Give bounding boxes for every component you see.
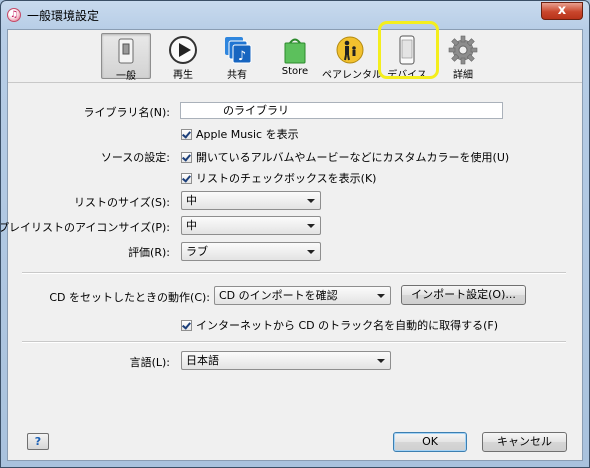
import-settings-button[interactable]: インポート設定(O)... [401, 285, 526, 305]
devices-tab-highlight [378, 21, 439, 79]
cd-action-label: CD をセットしたときの動作(C): [49, 291, 210, 304]
sharing-music-icon: ♪ [225, 37, 252, 64]
rating-label: 評価(R): [128, 246, 170, 259]
toolbar-divider [8, 82, 582, 83]
playlist-icon-size-value: 中 [186, 219, 197, 232]
apple-music-label: Apple Music を表示 [196, 128, 299, 141]
list-size-select[interactable]: 中 [181, 191, 321, 210]
title-bar[interactable]: ♫ 一般環境設定 x [1, 1, 589, 29]
tab-parental[interactable]: ペアレンタル [322, 33, 382, 81]
tab-label: 一般 [116, 71, 136, 82]
dialog-body: 一般 再生 ♪ 共有 Store ペアレンタル デバイス 詳細 ライブラリ名(N… [1, 21, 583, 461]
custom-color-checkbox[interactable] [181, 152, 192, 163]
svg-text:♪: ♪ [238, 49, 246, 64]
library-name-field[interactable]: のライブラリ [180, 102, 503, 119]
parental-icon [336, 36, 364, 64]
cd-action-select[interactable]: CD のインポートを確認 [214, 286, 391, 305]
itunes-app-icon: ♫ [7, 8, 21, 22]
custom-color-label: 開いているアルバムやムービーなどにカスタムカラーを使用(U) [196, 151, 510, 164]
apple-music-checkbox-row[interactable]: Apple Music を表示 [181, 126, 299, 142]
list-size-value: 中 [186, 194, 197, 207]
playlist-icon-size-select[interactable]: 中 [181, 216, 321, 235]
list-size-label: リストのサイズ(S): [74, 196, 170, 209]
list-checkbox-label: リストのチェックボックスを表示(K) [196, 172, 377, 185]
source-settings-label: ソースの設定: [100, 151, 170, 164]
store-bag-icon [284, 38, 306, 64]
play-icon [169, 36, 197, 64]
language-value: 日本語 [186, 354, 219, 367]
tab-label: Store [281, 66, 309, 77]
tab-playback[interactable]: 再生 [160, 33, 206, 81]
close-button[interactable]: x [541, 2, 583, 20]
preferences-window: ♫ 一般環境設定 x 一般 再生 ♪ 共有 Store ペアレンタル デバイス … [0, 0, 590, 468]
tab-label: 再生 [173, 70, 193, 81]
preferences-toolbar: 一般 再生 ♪ 共有 Store ペアレンタル デバイス 詳細 [8, 21, 582, 82]
tab-store[interactable]: Store [272, 33, 318, 79]
ok-button[interactable]: OK [393, 432, 467, 452]
list-checkbox[interactable] [181, 173, 192, 184]
chevron-down-icon [307, 250, 315, 254]
rating-value: ラブ [186, 245, 208, 258]
track-names-label: インターネットから CD のトラック名を自動的に取得する(F) [196, 319, 499, 332]
chevron-down-icon [307, 224, 315, 228]
window-title: 一般環境設定 [27, 9, 100, 23]
rating-select[interactable]: ラブ [181, 242, 321, 261]
gear-icon [448, 35, 478, 65]
list-checkbox-row[interactable]: リストのチェックボックスを表示(K) [181, 170, 376, 186]
chevron-down-icon [377, 294, 385, 298]
playlist-icon-size-label: プレイリストのアイコンサイズ(P): [0, 221, 170, 234]
section-divider [22, 272, 566, 274]
tab-sharing[interactable]: ♪ 共有 [214, 33, 260, 81]
general-switch-icon [118, 38, 134, 64]
custom-color-checkbox-row[interactable]: 開いているアルバムやムービーなどにカスタムカラーを使用(U) [181, 149, 509, 165]
help-button[interactable]: ? [27, 433, 49, 450]
tab-label: 詳細 [453, 70, 473, 81]
chevron-down-icon [307, 199, 315, 203]
language-label: 言語(L): [129, 356, 170, 369]
tab-label: ペアレンタル [322, 70, 382, 81]
cancel-button[interactable]: キャンセル [482, 432, 567, 452]
track-names-checkbox[interactable] [181, 320, 192, 331]
tab-label: 共有 [227, 70, 247, 81]
tab-general[interactable]: 一般 [101, 33, 151, 82]
cd-action-value: CD のインポートを確認 [219, 289, 338, 302]
section-divider [22, 341, 566, 343]
chevron-down-icon [377, 359, 385, 363]
apple-music-checkbox[interactable] [181, 129, 192, 140]
library-name-label: ライブラリ名(N): [83, 106, 170, 119]
tab-advanced[interactable]: 詳細 [440, 33, 486, 81]
language-select[interactable]: 日本語 [181, 351, 391, 370]
track-names-checkbox-row[interactable]: インターネットから CD のトラック名を自動的に取得する(F) [181, 317, 498, 333]
